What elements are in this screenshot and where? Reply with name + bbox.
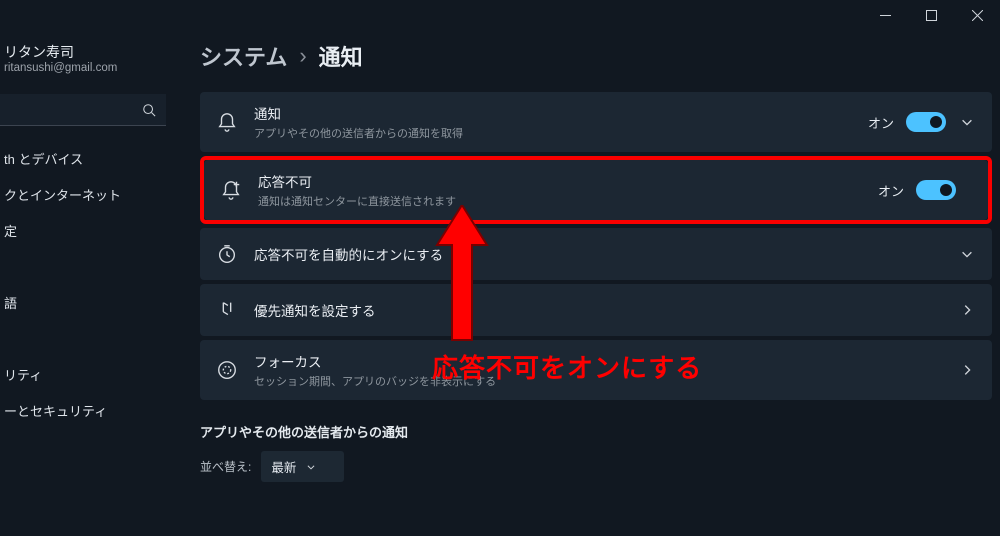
user-block[interactable]: リタン寿司 ritansushi@gmail.com — [0, 42, 170, 88]
row-subtitle: アプリやその他の送信者からの通知を取得 — [254, 125, 463, 141]
nav-item[interactable] — [0, 248, 170, 284]
maximize-button[interactable] — [908, 0, 954, 30]
focus-icon — [216, 359, 238, 381]
search-input[interactable] — [0, 94, 166, 126]
sidebar: リタン寿司 ritansushi@gmail.com th とデバイス クとイン… — [0, 30, 170, 536]
bell-icon — [216, 111, 238, 133]
nav-item[interactable]: th とデバイス — [0, 140, 170, 176]
breadcrumb-current: 通知 — [319, 40, 363, 72]
do-not-disturb-row[interactable]: 応答不可 通知は通知センターに直接送信されます オン — [204, 160, 988, 220]
nav-item[interactable]: リティ — [0, 356, 170, 392]
priority-notifications-row[interactable]: 優先通知を設定する — [200, 284, 992, 336]
sort-row: 並べ替え: 最新 — [200, 451, 992, 482]
user-name: リタン寿司 — [4, 42, 158, 62]
annotation-text: 応答不可をオンにする — [432, 348, 702, 385]
priority-icon — [216, 299, 238, 321]
nav-item[interactable]: ーとセキュリティ — [0, 392, 170, 428]
toggle-switch[interactable] — [916, 180, 956, 200]
close-button[interactable] — [954, 0, 1000, 30]
breadcrumb-parent[interactable]: システム — [200, 40, 287, 72]
sort-value: 最新 — [271, 457, 296, 476]
chevron-right-icon — [960, 363, 974, 377]
user-email: ritansushi@gmail.com — [4, 62, 158, 74]
chevron-down-icon — [306, 462, 316, 472]
row-title: 通知 — [254, 103, 463, 123]
sort-select[interactable]: 最新 — [261, 451, 344, 482]
nav-item[interactable]: 語 — [0, 284, 170, 320]
chevron-right-icon — [960, 303, 974, 317]
dnd-bell-icon — [220, 179, 242, 201]
minimize-button[interactable] — [862, 0, 908, 30]
notifications-row[interactable]: 通知 アプリやその他の送信者からの通知を取得 オン — [200, 92, 992, 152]
auto-dnd-row[interactable]: 応答不可を自動的にオンにする — [200, 228, 992, 280]
chevron-down-icon — [960, 247, 974, 261]
row-title: 応答不可 — [258, 171, 456, 191]
main-content: システム › 通知 通知 アプリやその他の送信者からの通知を取得 オン 応答不可… — [200, 40, 992, 482]
nav-item[interactable]: 定 — [0, 212, 170, 248]
row-title: 応答不可を自動的にオンにする — [254, 244, 443, 264]
breadcrumb-separator: › — [299, 43, 306, 69]
nav-list: th とデバイス クとインターネット 定 語 リティ ーとセキュリティ — [0, 140, 170, 428]
search-icon — [142, 103, 156, 117]
sort-label: 並べ替え: — [200, 458, 251, 475]
annotation-highlight: 応答不可 通知は通知センターに直接送信されます オン — [200, 156, 992, 224]
chevron-down-icon — [960, 115, 974, 129]
row-title: 優先通知を設定する — [254, 300, 376, 320]
row-subtitle: 通知は通知センターに直接送信されます — [258, 193, 456, 209]
nav-item[interactable]: クとインターネット — [0, 176, 170, 212]
breadcrumb: システム › 通知 — [200, 40, 992, 72]
clock-icon — [216, 243, 238, 265]
window-controls — [862, 0, 1000, 30]
nav-item[interactable] — [0, 320, 170, 356]
toggle-switch[interactable] — [906, 112, 946, 132]
toggle-state: オン — [868, 113, 894, 132]
section-heading: アプリやその他の送信者からの通知 — [200, 422, 992, 441]
toggle-state: オン — [878, 181, 904, 200]
